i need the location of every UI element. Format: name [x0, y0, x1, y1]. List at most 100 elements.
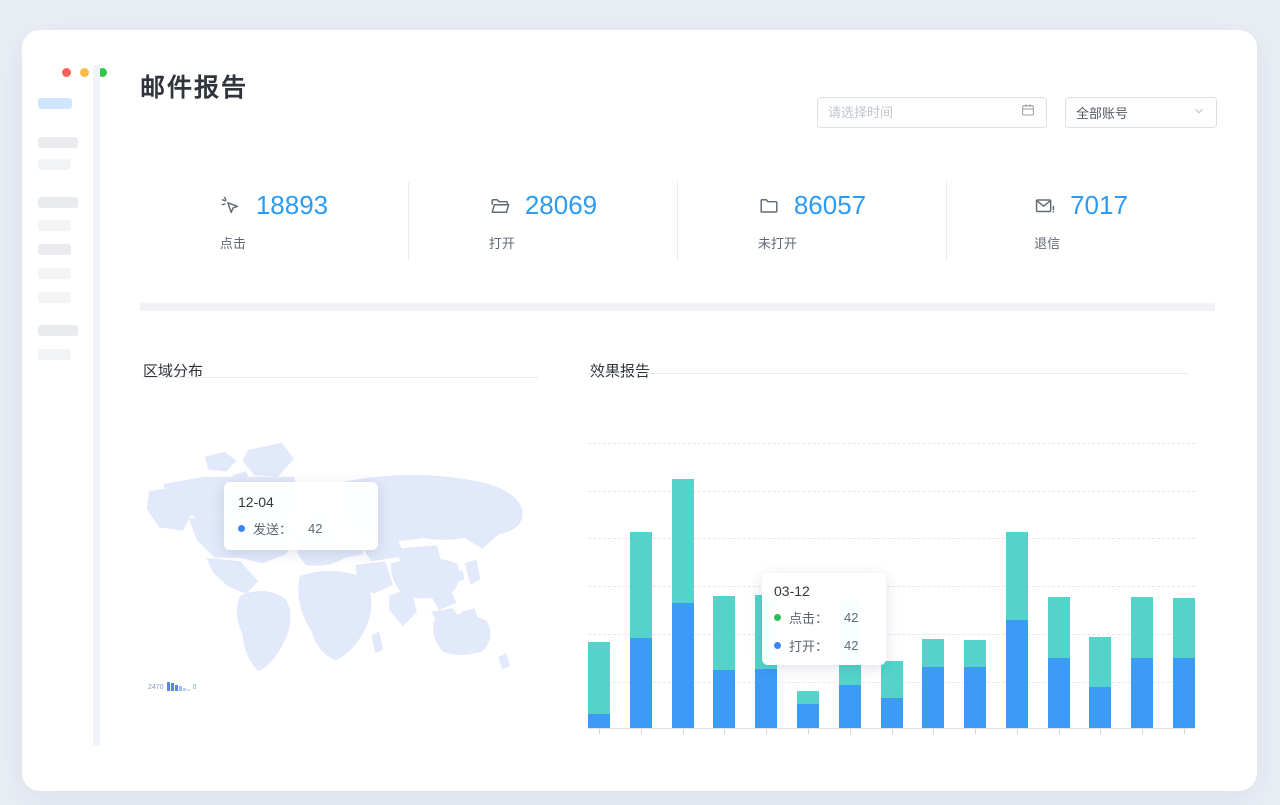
calendar-icon[interactable] [1020, 102, 1036, 123]
chart-tooltip: 03-12 点击： 42 打开： 42 [762, 573, 886, 665]
date-range-picker[interactable] [817, 97, 1047, 128]
bar-8[interactable] [881, 661, 903, 728]
x-axis-tick [1100, 729, 1101, 734]
sidebar-item[interactable] [38, 220, 71, 231]
tooltip-label: 发送： [253, 519, 292, 538]
stat-unopened: 86057 未打开 [677, 182, 946, 260]
x-axis-tick [1184, 729, 1185, 734]
bar-segment-open[interactable] [1089, 687, 1111, 728]
bar-segment-click[interactable] [1006, 532, 1028, 620]
map-region-alaska[interactable] [147, 486, 195, 531]
date-range-input[interactable] [828, 105, 1020, 120]
bar-segment-click[interactable] [588, 642, 610, 714]
bar-segment-open[interactable] [755, 669, 777, 728]
sidebar-item-active[interactable] [38, 98, 72, 109]
bar-segment-open[interactable] [630, 638, 652, 728]
bar-9[interactable] [922, 639, 944, 728]
bar-segment-open[interactable] [672, 603, 694, 728]
map-region-mexico[interactable] [207, 558, 259, 594]
bar-14[interactable] [1131, 597, 1153, 728]
x-axis-tick [641, 729, 642, 734]
tooltip-row: 点击： 42 [774, 608, 874, 627]
tooltip-value: 42 [308, 521, 322, 536]
minimize-window-button[interactable] [80, 68, 89, 77]
bar-segment-click[interactable] [630, 532, 652, 638]
bar-segment-click[interactable] [672, 479, 694, 603]
bar-segment-click[interactable] [964, 640, 986, 667]
x-axis-tick [683, 729, 684, 734]
map-legend-min: 0 [193, 684, 197, 691]
close-window-button[interactable] [62, 68, 71, 77]
bar-segment-click[interactable] [881, 661, 903, 698]
chart-gridline [588, 443, 1195, 444]
map-legend-max: 2470 [148, 684, 164, 691]
bar-1[interactable] [588, 642, 610, 728]
bar-segment-open[interactable] [881, 698, 903, 728]
legend-scale-bars [167, 682, 190, 691]
bar-10[interactable] [964, 640, 986, 728]
map-region-japan[interactable] [465, 560, 481, 585]
bar-segment-click[interactable] [1173, 598, 1195, 658]
sidebar-item[interactable] [38, 137, 78, 148]
sidebar-item[interactable] [38, 325, 78, 336]
bar-6[interactable] [797, 691, 819, 728]
bar-segment-open[interactable] [1048, 658, 1070, 728]
stat-opened: 28069 打开 [408, 182, 677, 260]
map-region-greenland[interactable] [242, 443, 294, 477]
report-panel-rule [588, 373, 1188, 374]
sidebar-item[interactable] [38, 349, 71, 360]
bar-11[interactable] [1006, 532, 1028, 728]
bar-segment-open[interactable] [713, 670, 735, 728]
sidebar-item[interactable] [38, 292, 71, 303]
bar-segment-click[interactable] [1048, 597, 1070, 658]
bar-segment-open[interactable] [922, 667, 944, 728]
x-axis-tick [975, 729, 976, 734]
bar-segment-open[interactable] [797, 704, 819, 728]
stat-clicks: 18893 点击 [140, 182, 408, 260]
stat-bounced-label: 退信 [1034, 233, 1128, 252]
stat-bounced: 7017 退信 [946, 182, 1215, 260]
map-legend: 2470 0 [148, 682, 196, 691]
bar-4[interactable] [713, 596, 735, 728]
sidebar-item[interactable] [38, 268, 71, 279]
map-region-arctic-islands[interactable] [205, 452, 237, 472]
bar-segment-click[interactable] [713, 596, 735, 670]
stat-unopened-label: 未打开 [758, 233, 866, 252]
sidebar-item[interactable] [38, 159, 71, 170]
mail-bounce-icon [1034, 195, 1056, 217]
bar-2[interactable] [630, 532, 652, 728]
account-select[interactable]: 全部账号 [1065, 97, 1217, 128]
sidebar-item[interactable] [38, 244, 71, 255]
bar-12[interactable] [1048, 597, 1070, 728]
map-tooltip-title: 12-04 [238, 494, 364, 510]
world-map-chart[interactable] [145, 430, 542, 700]
cursor-click-icon [220, 195, 242, 217]
chevron-down-icon [1192, 104, 1206, 121]
sidebar-item[interactable] [38, 197, 78, 208]
bar-segment-open[interactable] [839, 685, 861, 728]
tooltip-label: 打开： [789, 636, 828, 655]
bar-segment-click[interactable] [1131, 597, 1153, 658]
bar-segment-click[interactable] [1089, 637, 1111, 687]
bar-segment-open[interactable] [1006, 620, 1028, 728]
bar-segment-click[interactable] [797, 691, 819, 704]
report-panel-title: 效果报告 [590, 360, 650, 381]
bar-3[interactable] [672, 479, 694, 728]
bar-13[interactable] [1089, 637, 1111, 728]
map-region-new-zealand[interactable] [498, 653, 510, 669]
effect-report-chart[interactable] [588, 395, 1195, 729]
stat-bounced-value: 7017 [1070, 190, 1128, 221]
stat-clicks-value: 18893 [256, 190, 328, 221]
map-region-nigeria[interactable] [320, 606, 342, 626]
bar-segment-open[interactable] [588, 714, 610, 728]
app-window: 邮件报告 全部账号 [22, 30, 1257, 791]
window-controls [62, 68, 107, 77]
map-region-madagascar[interactable] [371, 632, 383, 654]
bar-segment-open[interactable] [1131, 658, 1153, 728]
bar-15[interactable] [1173, 598, 1195, 728]
bar-segment-click[interactable] [922, 639, 944, 667]
bar-segment-open[interactable] [964, 667, 986, 728]
bar-segment-open[interactable] [1173, 658, 1195, 728]
map-region-australia[interactable] [433, 614, 491, 655]
stat-unopened-value: 86057 [794, 190, 866, 221]
